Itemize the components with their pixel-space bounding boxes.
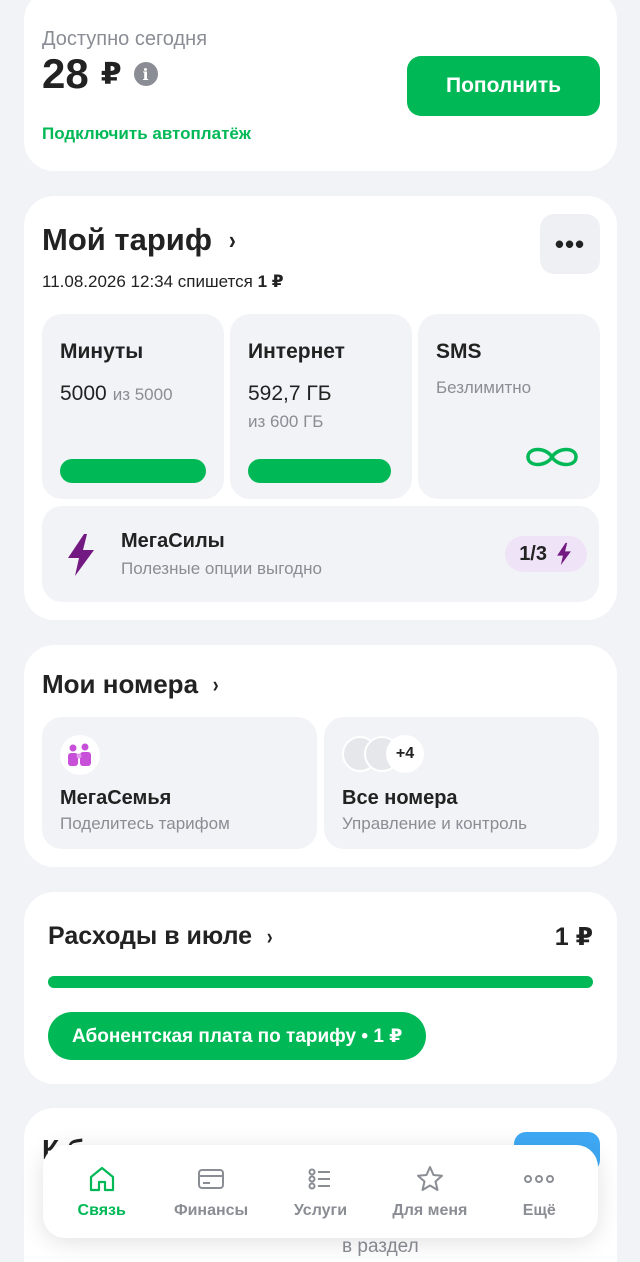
minutes-remaining: 5000 xyxy=(60,382,107,405)
nav-item-svyaz[interactable]: Связь xyxy=(52,1164,152,1220)
chevron-right-icon: › xyxy=(228,224,236,255)
expenses-title: Расходы в июле xyxy=(48,922,253,950)
minutes-progress-bar xyxy=(60,459,206,483)
family-icon xyxy=(60,735,100,775)
balance-currency: ₽ xyxy=(100,57,122,91)
tariff-card: Мой тариф › ••• 11.08.2026 12:34 спишетс… xyxy=(24,196,617,620)
sms-subtitle: Безлимитно xyxy=(436,378,532,397)
sms-tile[interactable]: SMS Безлимитно xyxy=(418,314,600,499)
megasily-subtitle: Полезные опции выгодно xyxy=(121,559,322,578)
balance-value: 28 xyxy=(42,50,89,97)
lightning-icon xyxy=(68,534,94,576)
charge-text: 11.08.2026 12:34 спишется xyxy=(42,272,253,291)
minutes-tile[interactable]: Минуты 5000 из 5000 xyxy=(42,314,224,499)
all-numbers-title: Все номера xyxy=(342,787,458,809)
topup-button[interactable]: Пополнить xyxy=(407,56,600,116)
balance-label: Доступно сегодня xyxy=(42,28,208,50)
expenses-bar xyxy=(48,976,593,988)
tariff-title-link[interactable]: Мой тариф › xyxy=(42,222,237,258)
internet-tile[interactable]: Интернет 592,7 ГБ из 600 ГБ xyxy=(230,314,412,499)
chevron-right-icon: › xyxy=(212,671,219,697)
balance-amount: 28 ₽ i xyxy=(42,50,158,98)
megasily-count: 1/3 xyxy=(519,542,547,565)
internet-remaining: 592,7 ГБ xyxy=(248,382,332,405)
nav-label: Связь xyxy=(77,1201,126,1219)
my-numbers-card: Мои номера › МегаСемья Поделитесь тарифо… xyxy=(24,645,617,867)
internet-total: из 600 ГБ xyxy=(248,412,324,431)
nav-item-services[interactable]: Услуги xyxy=(270,1164,370,1220)
avatar-count-badge: +4 xyxy=(386,735,424,773)
chevron-right-icon: › xyxy=(266,923,273,949)
star-icon xyxy=(416,1165,443,1191)
nav-item-for-me[interactable]: Для меня xyxy=(380,1164,480,1220)
expenses-total: 1 ₽ xyxy=(554,923,593,951)
nav-item-finance[interactable]: Финансы xyxy=(161,1164,261,1220)
card-icon xyxy=(198,1168,225,1189)
autopay-link[interactable]: Подключить автоплатёж xyxy=(42,124,251,144)
list-icon xyxy=(308,1168,331,1189)
more-options-button[interactable]: ••• xyxy=(540,214,600,274)
more-dots-icon xyxy=(524,1174,555,1183)
internet-progress-bar xyxy=(248,459,391,483)
next-section-link[interactable]: в раздел xyxy=(342,1236,419,1258)
sms-title: SMS xyxy=(436,340,482,363)
my-numbers-title-link[interactable]: Мои номера › xyxy=(42,669,219,700)
infinity-icon xyxy=(526,447,578,467)
nav-label: Ещё xyxy=(522,1201,556,1219)
avatars-group: +4 xyxy=(342,735,424,773)
home-icon xyxy=(89,1166,114,1191)
bottom-navigation: Связь Финансы Услуги Для меня Ещё xyxy=(43,1145,598,1238)
megasily-badge: 1/3 xyxy=(505,536,587,572)
lightning-small-icon xyxy=(557,542,571,566)
tariff-title: Мой тариф xyxy=(42,222,212,257)
nav-item-more[interactable]: Ещё xyxy=(489,1164,589,1220)
expenses-chip[interactable]: Абонентская плата по тарифу • 1 ₽ xyxy=(48,1012,427,1060)
megasily-title: МегаСилы xyxy=(121,530,225,552)
info-icon[interactable]: i xyxy=(133,62,158,86)
all-numbers-subtitle: Управление и контроль xyxy=(342,814,528,833)
expenses-title-link[interactable]: Расходы в июле › xyxy=(48,922,273,951)
my-numbers-title: Мои номера xyxy=(42,669,199,699)
charge-info: 11.08.2026 12:34 спишется 1 ₽ xyxy=(42,272,284,292)
minutes-value: 5000 из 5000 xyxy=(60,382,173,406)
balance-card: Доступно сегодня 28 ₽ i Подключить автоп… xyxy=(24,0,617,171)
nav-label: Финансы xyxy=(173,1201,249,1219)
megafamily-tile[interactable]: МегаСемья Поделитесь тарифом xyxy=(42,717,317,849)
minutes-total: из 5000 xyxy=(112,385,173,404)
minutes-title: Минуты xyxy=(60,340,144,363)
megafamily-title: МегаСемья xyxy=(60,787,172,809)
charge-amount: 1 ₽ xyxy=(257,272,284,291)
megasily-row[interactable]: МегаСилы Полезные опции выгодно 1/3 xyxy=(42,506,599,602)
expenses-card: Расходы в июле › 1 ₽ Абонентская плата п… xyxy=(24,892,617,1084)
all-numbers-tile[interactable]: +4 Все номера Управление и контроль xyxy=(324,717,599,849)
nav-label: Услуги xyxy=(293,1201,348,1219)
megafamily-subtitle: Поделитесь тарифом xyxy=(60,814,230,833)
internet-title: Интернет xyxy=(248,340,345,363)
nav-label: Для меня xyxy=(392,1201,468,1219)
